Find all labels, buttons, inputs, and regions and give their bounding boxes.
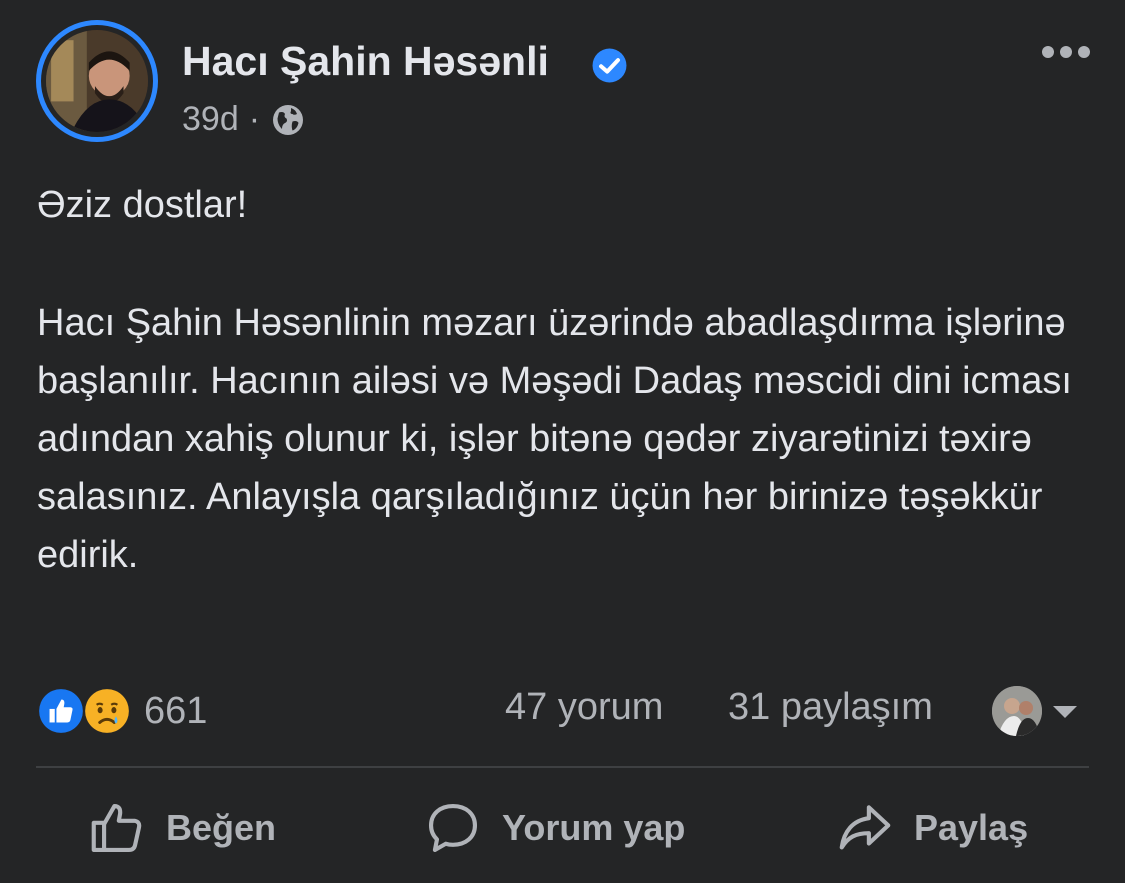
divider: [36, 766, 1089, 768]
author-name[interactable]: Hacı Şahin Həsənli: [182, 38, 549, 85]
more-options-button[interactable]: [1042, 42, 1092, 62]
meta-separator: ·: [248, 100, 261, 138]
sad-reaction-icon: [83, 687, 131, 735]
post-body: Hacı Şahin Həsənlinin məzarı üzərində ab…: [37, 302, 1072, 576]
more-dot: [1060, 46, 1072, 58]
share-button[interactable]: Paylaş: [834, 793, 1028, 863]
comment-label: Yorum yap: [502, 807, 686, 848]
comment-button[interactable]: Yorum yap: [422, 793, 685, 863]
avatar-image: [46, 30, 148, 132]
like-label: Beğen: [166, 807, 277, 848]
author-avatar[interactable]: [36, 20, 158, 142]
reactions-count: 661: [144, 689, 208, 732]
shares-count[interactable]: 31 paylaşım: [728, 686, 933, 729]
verified-badge-icon: [592, 48, 627, 83]
like-button[interactable]: Beğen: [86, 793, 276, 863]
reactions-summary[interactable]: 661: [36, 686, 207, 736]
comments-count[interactable]: 47 yorum: [505, 686, 663, 729]
share-label: Paylaş: [914, 807, 1029, 848]
globe-icon[interactable]: [270, 102, 306, 138]
chevron-down-icon[interactable]: [1051, 703, 1079, 721]
more-dot: [1078, 46, 1090, 58]
viewer-avatar[interactable]: [992, 686, 1042, 736]
post-meta: 39d ·: [182, 100, 306, 139]
speech-bubble-icon: [428, 803, 478, 853]
post-greeting: Əziz dostlar!: [37, 184, 248, 226]
like-reaction-icon: [37, 687, 85, 735]
thumbs-up-icon: [91, 803, 142, 853]
post-card: Hacı Şahin Həsənli 39d · Əziz dostlar! H…: [0, 0, 1125, 883]
share-arrow-icon: [839, 805, 891, 850]
more-dot: [1042, 46, 1054, 58]
post-time[interactable]: 39d: [182, 100, 239, 139]
